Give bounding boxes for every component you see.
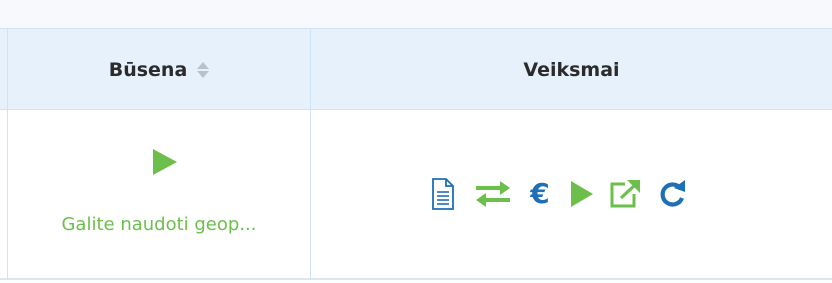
document-icon[interactable] (429, 174, 457, 214)
euro-icon[interactable]: € (527, 174, 553, 214)
refresh-icon[interactable] (657, 174, 687, 214)
table-row: Galite naudoti geop... € (0, 110, 832, 280)
column-divider-left (0, 28, 8, 280)
column-header-status[interactable]: Būsena (8, 29, 310, 111)
row-actions: € (429, 174, 687, 214)
exchange-icon[interactable] (473, 174, 513, 214)
external-link-icon[interactable] (609, 174, 641, 214)
play-icon[interactable] (569, 174, 595, 214)
data-table: Būsena Veiksmai Galite naudoti geop... € (0, 28, 832, 283)
top-strip (0, 0, 832, 28)
table-header-row: Būsena Veiksmai (0, 28, 832, 110)
actions-cell: € (311, 110, 832, 278)
sort-icon[interactable] (197, 62, 210, 78)
status-cell: Galite naudoti geop... (8, 110, 310, 278)
column-header-actions: Veiksmai (311, 29, 832, 111)
euro-symbol: € (530, 177, 550, 210)
column-header-actions-label: Veiksmai (523, 59, 620, 81)
column-divider (310, 28, 311, 280)
status-text: Galite naudoti geop... (61, 214, 257, 235)
column-header-status-label: Būsena (108, 59, 188, 81)
play-icon (153, 149, 177, 175)
